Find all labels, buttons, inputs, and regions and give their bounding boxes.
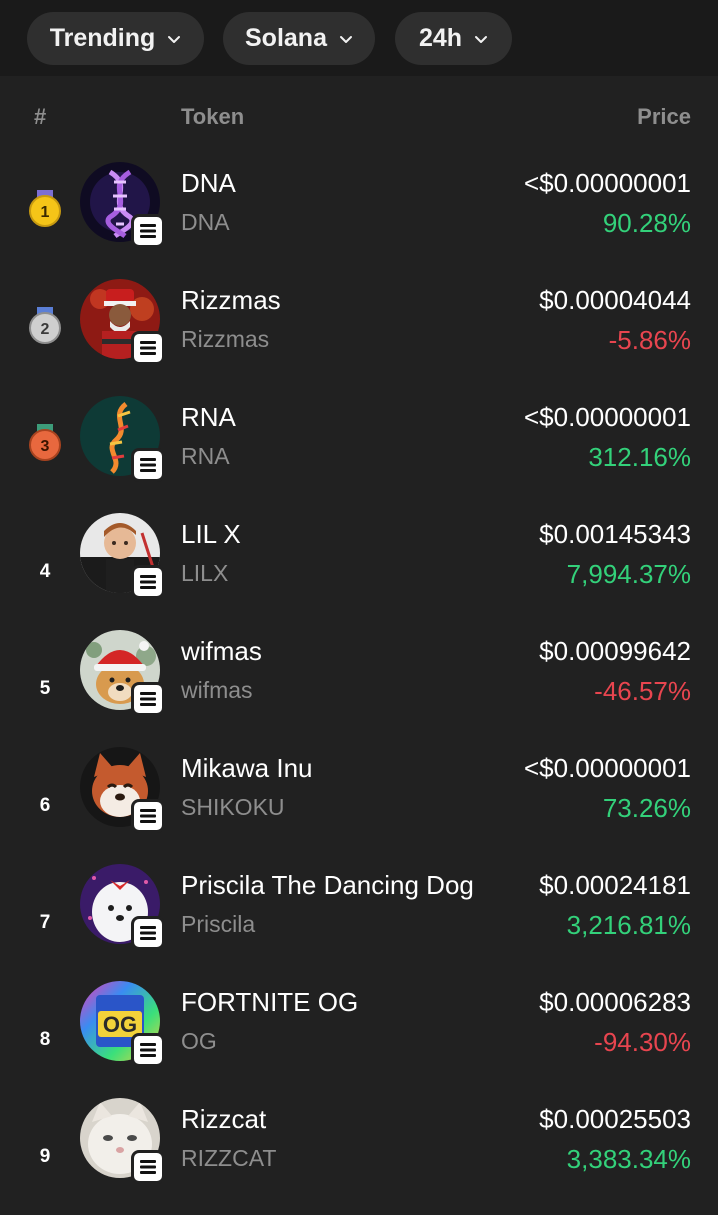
svg-text:2: 2 (41, 321, 50, 338)
token-price: $0.00006283 (539, 987, 691, 1017)
gold-medal-icon: 1 (29, 190, 61, 227)
token-symbol: Priscila (181, 911, 256, 937)
column-header-price: Price (637, 104, 691, 129)
period-dropdown-label: 24h (418, 24, 463, 52)
rank-number: 9 (39, 1146, 51, 1167)
bronze-medal-icon: 3 (29, 424, 61, 461)
token-price: <$0.00000001 (523, 168, 691, 198)
token-name: FORTNITE OG (181, 987, 359, 1017)
solana-chain-icon (131, 916, 165, 950)
token-row[interactable]: 9 Rizzcat RIZZCAT $0.00025503 3,383.34% (0, 1098, 718, 1215)
chevron-down-icon (475, 35, 488, 43)
column-header-token: Token (181, 104, 245, 129)
token-name: Mikawa Inu (181, 753, 313, 783)
solana-chain-icon (131, 565, 165, 599)
token-row[interactable]: 2 Rizzmas Rizzmas $0.00004044 -5.86% (0, 279, 718, 396)
svg-text:3: 3 (41, 438, 50, 455)
token-symbol: Rizzmas (181, 326, 270, 352)
rank-number: 7 (39, 912, 51, 933)
token-symbol: LILX (181, 560, 229, 586)
token-name: LIL X (181, 519, 241, 549)
token-symbol: RNA (181, 443, 230, 469)
column-header-rank: # (34, 104, 47, 129)
token-price: $0.00099642 (539, 636, 691, 666)
token-row[interactable]: 5 wifmas wifmas $0.00099642 -46.57% (0, 630, 718, 747)
token-row[interactable]: 1 DNA DNA <$0.00000001 90.28% (0, 162, 718, 279)
chain-dropdown[interactable]: Solana (223, 12, 375, 65)
token-change: -94.30% (594, 1027, 691, 1057)
token-name: wifmas (181, 636, 262, 666)
token-name: Priscila The Dancing Dog (181, 870, 474, 900)
chevron-down-icon (339, 35, 352, 43)
token-symbol: RIZZCAT (181, 1145, 277, 1171)
token-price: <$0.00000001 (523, 402, 691, 432)
rank-number: 4 (39, 561, 51, 582)
chain-dropdown-label: Solana (245, 24, 327, 52)
solana-chain-icon (131, 1150, 165, 1184)
rank-number: 5 (39, 678, 51, 699)
token-symbol: SHIKOKU (181, 794, 285, 820)
svg-text:OG: OG (103, 1012, 137, 1037)
token-name: Rizzmas (181, 285, 281, 315)
token-name: Rizzcat (181, 1104, 267, 1134)
solana-chain-icon (131, 1033, 165, 1067)
svg-text:1: 1 (41, 204, 50, 221)
solana-chain-icon (131, 214, 165, 248)
sort-dropdown-label: Trending (49, 24, 156, 52)
period-dropdown[interactable]: 24h (395, 12, 512, 65)
solana-chain-icon (131, 331, 165, 365)
token-name: RNA (181, 402, 236, 432)
token-row[interactable]: 6 Mikawa Inu SHIKOKU <$0.00000001 73.26% (0, 747, 718, 864)
token-price: $0.00025503 (539, 1104, 691, 1134)
token-change: 73.26% (602, 793, 691, 823)
token-row[interactable]: 8 OG FORTNITE OG OG $0.00006283 -94.30% (0, 981, 718, 1098)
token-change: 90.28% (602, 208, 691, 238)
token-row[interactable]: 7 Priscila The Dancing Dog Priscila $0.0… (0, 864, 718, 981)
token-change: 3,216.81% (566, 910, 691, 940)
token-change: 3,383.34% (566, 1144, 691, 1174)
rank-number: 6 (39, 795, 51, 816)
token-symbol: DNA (181, 209, 230, 235)
token-price: $0.00004044 (539, 285, 691, 315)
token-symbol: wifmas (181, 677, 253, 703)
token-price: $0.00024181 (539, 870, 691, 900)
solana-chain-icon (131, 799, 165, 833)
token-price: <$0.00000001 (523, 753, 691, 783)
rank-number: 8 (39, 1029, 51, 1050)
chevron-down-icon (168, 35, 181, 43)
token-change: -46.57% (594, 676, 691, 706)
token-symbol: OG (181, 1028, 217, 1054)
token-change: 7,994.37% (566, 559, 691, 589)
token-change: 312.16% (588, 442, 691, 472)
silver-medal-icon: 2 (29, 307, 61, 344)
filter-bar: Trending Solana 24h (0, 0, 718, 76)
token-name: DNA (181, 168, 236, 198)
token-row[interactable]: 3 RNA RNA <$0.00000001 312.16% (0, 396, 718, 513)
solana-chain-icon (131, 448, 165, 482)
solana-chain-icon (131, 682, 165, 716)
token-change: -5.86% (608, 325, 691, 355)
token-price: $0.00145343 (539, 519, 691, 549)
token-row[interactable]: 4 LIL X LILX $0.00145343 7,994.37% (0, 513, 718, 630)
sort-dropdown[interactable]: Trending (27, 12, 204, 65)
